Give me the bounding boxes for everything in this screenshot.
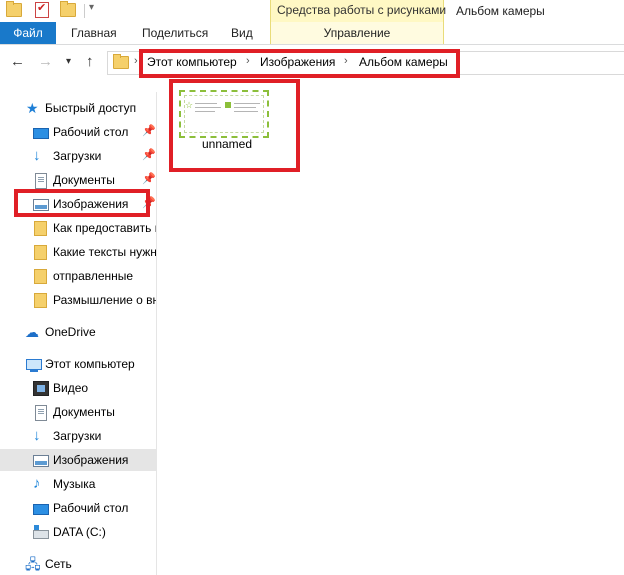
nav-item-folder[interactable]: отправленные (0, 265, 156, 287)
network-icon: 🖧 (25, 556, 41, 572)
tab-manage[interactable]: Управление (270, 22, 444, 44)
drive-icon (33, 525, 49, 539)
quick-access-separator (84, 4, 85, 18)
pictures-icon (33, 455, 49, 467)
ribbon-tabs: Файл Главная Поделиться Вид Управление (0, 22, 624, 45)
nav-item-drive[interactable]: DATA (C:) (0, 521, 156, 543)
nav-item-folder[interactable]: Размышление о вн (0, 289, 156, 311)
star-icon: ★ (26, 100, 39, 116)
nav-item-video[interactable]: Видео (0, 377, 156, 399)
nav-label: Этот компьютер (45, 357, 135, 371)
nav-label: Сеть (45, 557, 72, 571)
nav-item-folder[interactable]: Как предоставить г (0, 217, 156, 239)
nav-item-documents[interactable]: Документы (0, 401, 156, 423)
nav-item-desktop[interactable]: Рабочий стол 📌 (0, 121, 156, 143)
contextual-tools-label: Средства работы с рисунками (277, 3, 447, 17)
nav-quick-access[interactable]: ★ Быстрый доступ (0, 97, 156, 119)
folder-icon (34, 293, 47, 308)
desktop-icon (33, 128, 49, 139)
pin-icon[interactable]: 📌 (142, 124, 156, 137)
folder-icon (34, 245, 47, 260)
nav-label: Рабочий стол (53, 501, 129, 515)
recent-locations-icon[interactable]: ▾ (66, 56, 71, 67)
nav-label: отправленные (53, 269, 134, 283)
nav-label: Музыка (53, 477, 96, 491)
nav-item-desktop[interactable]: Рабочий стол (0, 497, 156, 519)
breadcrumb-separator-icon: › (134, 55, 138, 67)
nav-item-pictures-selected[interactable]: Изображения (0, 449, 156, 471)
tab-home[interactable]: Главная (71, 22, 117, 44)
pin-icon[interactable]: 📌 (142, 148, 156, 161)
tab-file[interactable]: Файл (0, 22, 56, 44)
pane-divider[interactable] (156, 92, 157, 575)
computer-icon (26, 359, 42, 372)
document-icon (35, 173, 47, 189)
quick-access-dropdown-icon[interactable]: ▾ (89, 2, 94, 13)
tab-share[interactable]: Поделиться (142, 22, 208, 44)
nav-label: OneDrive (45, 325, 96, 339)
navigation-pane: ★ Быстрый доступ Рабочий стол 📌 ↓ Загруз… (0, 92, 156, 575)
nav-label: Видео (53, 381, 89, 395)
new-folder-icon[interactable] (60, 1, 76, 17)
pin-icon[interactable]: 📌 (142, 172, 156, 185)
nav-label: Рабочий стол (53, 125, 129, 139)
nav-label: Документы (53, 405, 115, 419)
download-icon: ↓ (33, 427, 41, 444)
video-icon (33, 381, 49, 396)
cloud-icon: ☁ (25, 324, 39, 340)
folder-icon (34, 221, 47, 236)
desktop-icon (33, 504, 49, 515)
nav-label: Загрузки (53, 149, 102, 163)
pictures-highlight-box (14, 189, 150, 217)
up-arrow-icon[interactable]: ↑ (86, 53, 94, 70)
document-icon (35, 405, 47, 421)
nav-label: Какие тексты нужн (53, 245, 156, 259)
title-bar: ▾ Средства работы с рисунками Альбом кам… (0, 0, 624, 22)
forward-arrow-icon[interactable]: → (38, 53, 53, 70)
folder-icon (34, 269, 47, 284)
nav-label: Быстрый доступ (45, 101, 137, 115)
nav-network[interactable]: 🖧 Сеть (0, 553, 156, 575)
download-icon: ↓ (33, 147, 41, 164)
nav-item-downloads[interactable]: ↓ Загрузки (0, 425, 156, 447)
file-highlight-box (169, 79, 300, 172)
nav-item-downloads[interactable]: ↓ Загрузки 📌 (0, 145, 156, 167)
nav-item-music[interactable]: ♪ Музыка (0, 473, 156, 495)
nav-label: Изображения (53, 453, 129, 467)
contextual-tools-band: Средства работы с рисунками (270, 0, 447, 22)
folder-icon (6, 1, 22, 17)
nav-label: Документы (53, 173, 115, 187)
nav-label: Как предоставить г (53, 221, 156, 235)
back-arrow-icon[interactable]: ← (10, 53, 25, 70)
nav-label: DATA (C:) (53, 525, 106, 539)
nav-label: Размышление о вн (53, 293, 156, 307)
address-highlight-box (139, 49, 460, 78)
nav-item-folder[interactable]: Какие тексты нужн (0, 241, 156, 263)
address-folder-icon (113, 54, 129, 69)
nav-item-documents[interactable]: Документы 📌 (0, 169, 156, 191)
nav-onedrive[interactable]: ☁ OneDrive (0, 321, 156, 343)
nav-this-pc[interactable]: Этот компьютер (0, 353, 156, 375)
music-icon: ♪ (33, 475, 41, 492)
tab-view[interactable]: Вид (231, 22, 253, 44)
nav-label: Загрузки (53, 429, 102, 443)
properties-icon[interactable] (35, 1, 49, 18)
window-title: Альбом камеры (456, 4, 545, 18)
